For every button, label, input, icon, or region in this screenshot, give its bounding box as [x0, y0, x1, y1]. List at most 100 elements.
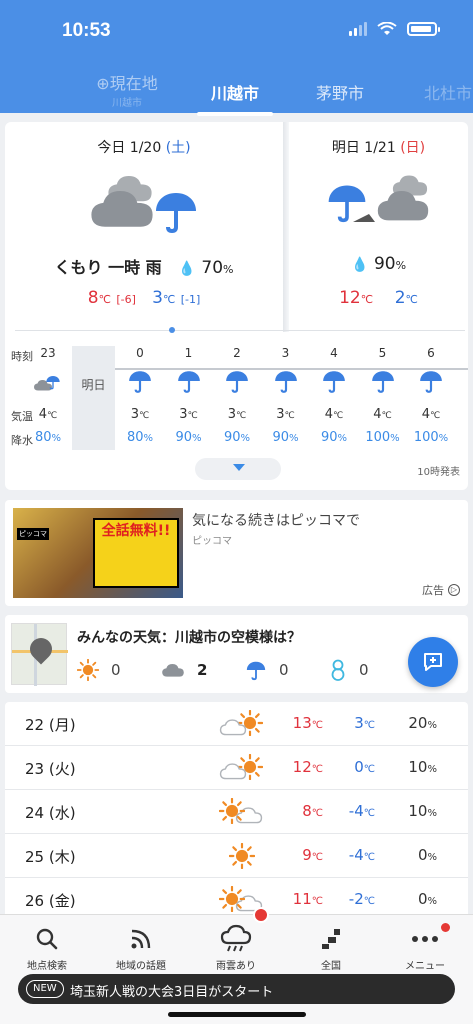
cloud-rain-icon	[33, 368, 63, 404]
weekly-high: 8℃	[302, 802, 323, 820]
chevron-down-icon	[233, 464, 245, 471]
more-icon	[412, 936, 438, 942]
community-weather-card[interactable]: みんなの天気：川越市の空模様は？ 0 2 0 0	[5, 615, 468, 693]
weekly-row[interactable]: 23 (火) 12℃ 0℃ 10%	[5, 746, 468, 790]
weekly-date: 26 (金)	[25, 892, 76, 910]
weekly-low: -4℃	[348, 846, 375, 864]
row-label-precip: 降水	[11, 434, 33, 447]
hour-precip: 90%	[320, 430, 348, 445]
weekly-low: 3℃	[354, 714, 375, 732]
hour-column: 1 3℃ 90%	[169, 346, 209, 445]
tomorrow-forecast[interactable]: 明日 1/21 (日) 💧 90% 12℃ 2℃	[289, 122, 468, 327]
hour-precip: 90%	[223, 430, 251, 445]
weekly-low: 0℃	[354, 758, 375, 776]
row-label-temp: 気温	[11, 410, 33, 423]
tomorrow-date: 明日 1/21	[331, 140, 396, 156]
hour-precip: 80%	[126, 430, 154, 445]
battery-icon	[407, 22, 440, 36]
weekly-row[interactable]: 25 (木) 9℃ -4℃ 0%	[5, 834, 468, 878]
tomorrow-low: 2℃	[394, 288, 418, 308]
hour-precip: 90%	[272, 430, 299, 445]
weekly-high: 9℃	[302, 846, 323, 864]
hour-precip: 100%	[365, 430, 400, 445]
post-weather-button[interactable]	[408, 637, 458, 687]
news-headline: 埼玉新人戦の大会3日目がスタート	[70, 985, 274, 1000]
hour-label: 5	[378, 346, 387, 360]
hour-temp: 3℃	[276, 407, 295, 422]
news-ticker[interactable]: NEW 埼玉新人戦の大会3日目がスタート	[18, 974, 455, 1004]
weekly-precip: 0%	[417, 890, 437, 908]
weekly-date: 23 (火)	[25, 760, 76, 778]
cloud-sun-icon	[217, 754, 267, 782]
chat-add-icon	[424, 653, 442, 671]
hour-temp: 3℃	[227, 407, 247, 422]
expand-hourly-button[interactable]	[195, 458, 281, 480]
search-icon	[36, 928, 58, 950]
forecast-card: 今日 1/20 (土) くもり 一時 雨 💧 70% 8℃ [-6] 3℃ [-…	[5, 122, 468, 490]
ad-title[interactable]: 気になる続きはピッコマで	[192, 510, 360, 530]
tomorrow-high: 12℃	[339, 288, 374, 308]
hour-column: 4 4℃ 90%	[314, 346, 354, 445]
today-weekday: (土)	[165, 140, 191, 156]
umbrella-icon	[169, 368, 209, 404]
nav-national[interactable]: 全国	[291, 923, 371, 972]
weekly-high: 11℃	[292, 890, 323, 908]
hour-column: 0 3℃ 80%	[120, 346, 160, 445]
hour-label: 6	[427, 346, 435, 360]
today-forecast[interactable]: 今日 1/20 (土) くもり 一時 雨 💧 70% 8℃ [-6] 3℃ [-…	[5, 122, 283, 327]
umbrella-icon	[120, 368, 160, 404]
status-icons	[349, 22, 440, 36]
radar-alert-badge	[253, 907, 269, 923]
weekly-row[interactable]: 24 (水) 8℃ -4℃ 10%	[5, 790, 468, 834]
hour-column: 3 3℃ 90%	[266, 346, 306, 445]
hour-column: 6 4℃ 100%	[411, 346, 451, 445]
cloud-sun-icon	[217, 710, 267, 738]
umbrella-icon	[411, 368, 451, 404]
tab-kawagoe[interactable]: 川越市	[197, 80, 273, 116]
hour-label: 4	[330, 346, 338, 360]
hour-column: 23 4℃ 80%	[33, 346, 63, 445]
weekly-low: -2℃	[348, 890, 375, 908]
home-indicator[interactable]	[168, 1012, 306, 1017]
hour-temp: 3℃	[179, 407, 198, 422]
tomorrow-weekday: (日)	[400, 140, 426, 156]
issued-time: 10時発表	[417, 467, 460, 478]
hour-column: 2 3℃ 90%	[217, 346, 257, 445]
hourly-forecast[interactable]: 時刻 気温 降水 23 4℃ 80% 明日 0 3℃ 80% 1 3℃ 90% 2 3℃ 90%…	[5, 342, 468, 452]
cloud-icon	[162, 664, 184, 677]
status-time: 10:53	[62, 20, 111, 41]
rss-icon	[131, 929, 151, 949]
nav-menu[interactable]: メニュー	[385, 923, 465, 972]
ad-image[interactable]: ピッコマ 全話無料!!	[13, 508, 183, 598]
sun-cloud-icon	[217, 798, 267, 826]
weekly-high: 12℃	[292, 758, 323, 776]
signal-icon	[349, 22, 367, 36]
umbrella-icon	[217, 368, 257, 404]
weekly-forecast: 22 (月) 13℃ 3℃ 20% 23 (火) 12℃ 0℃ 10% 24 (水) 8℃ -4℃ 1…	[5, 702, 468, 922]
weekly-high: 13℃	[292, 714, 323, 732]
nav-search[interactable]: 地点検索	[7, 923, 87, 972]
adchoices-icon[interactable]: ▷	[448, 584, 460, 596]
today-date: 今日 1/20	[97, 140, 162, 156]
tab-hokuto[interactable]: 北杜市	[418, 80, 473, 104]
weekly-date: 25 (木)	[25, 848, 76, 866]
hourly-scroll-indicator[interactable]	[169, 327, 175, 333]
tab-current-location[interactable]: ⊕現在地 川越市	[82, 70, 172, 109]
drop-icon: 💧	[350, 257, 369, 273]
today-precip: 70	[201, 258, 224, 278]
hour-label: 2	[233, 346, 241, 360]
nav-rain-radar[interactable]: 雨雲あり	[196, 923, 276, 972]
tab-chino[interactable]: 茅野市	[310, 80, 370, 104]
umbrella-icon	[363, 368, 403, 404]
umbrella-icon	[266, 368, 306, 404]
weekly-precip: 0%	[417, 846, 437, 864]
ad-label[interactable]: 広告 ▷	[422, 582, 460, 598]
ad-banner[interactable]: ピッコマ 全話無料!! 気になる続きはピッコマで ピッコマ 広告 ▷	[5, 500, 468, 606]
nav-local-topics[interactable]: 地域の話題	[101, 923, 181, 972]
sun-icon	[217, 842, 267, 870]
menu-notification-dot	[441, 923, 450, 932]
weekly-row[interactable]: 22 (月) 13℃ 3℃ 20%	[5, 702, 468, 746]
hour-temp: 4℃	[324, 407, 344, 422]
hour-column: 5 4℃ 100%	[363, 346, 403, 445]
umbrella-icon	[245, 660, 267, 681]
